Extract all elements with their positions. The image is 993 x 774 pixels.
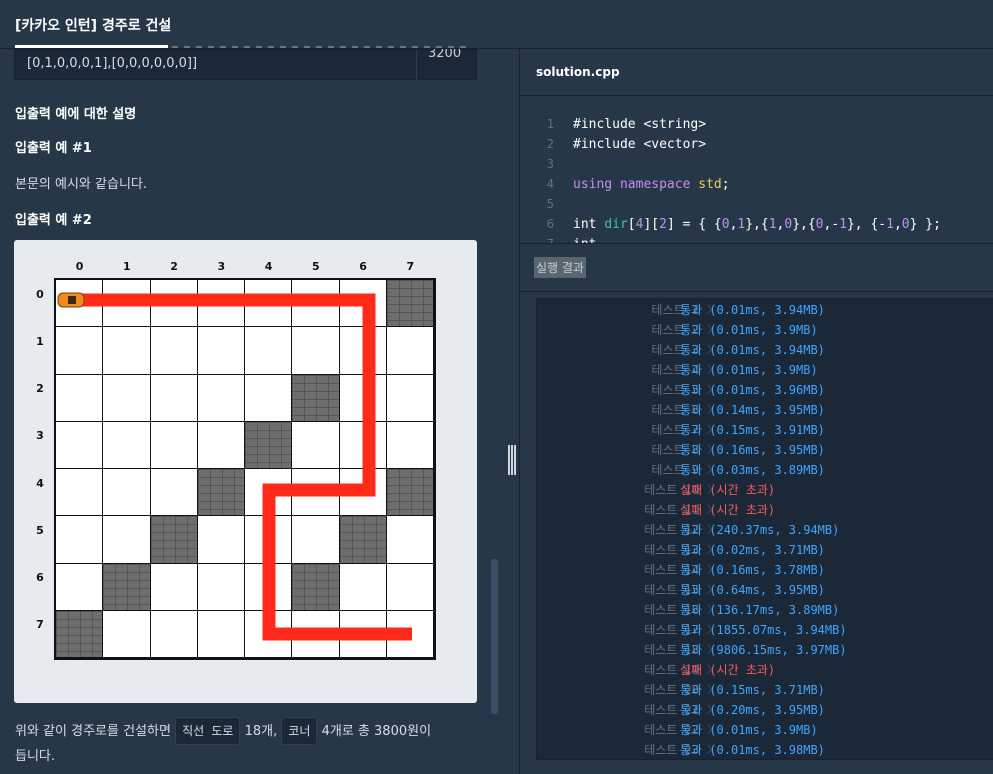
column-label: 3: [217, 260, 226, 273]
example-input-cell: [0,1,0,0,0,1],[0,0,0,0,0,0]]: [27, 56, 198, 71]
test-status: 실패 (시간 초과): [680, 503, 776, 517]
test-status: 통과 (0.15ms, 3.71MB): [680, 683, 825, 697]
row-label: 5: [36, 523, 44, 537]
test-result-row: 테스트 19 〉 실패 (시간 초과): [537, 661, 993, 681]
file-name: solution.cpp: [536, 65, 620, 79]
test-status: 통과 (1855.07ms, 3.94MB): [680, 623, 847, 637]
race-track-grid: [54, 278, 436, 660]
test-status: 통과 (0.16ms, 3.95MB): [680, 443, 825, 457]
example2-heading: 입출력 예 #2: [15, 213, 92, 228]
test-result-row: 테스트 9 〉 통과 (0.03ms, 3.89MB): [537, 461, 993, 481]
summary-text-2: 18개,: [244, 724, 278, 739]
test-status: 통과 (0.01ms, 3.9MB): [680, 363, 818, 377]
summary-text-1: 위와 같이 경주로를 건설하면: [15, 724, 171, 739]
test-status: 통과 (0.01ms, 3.94MB): [680, 343, 825, 357]
code-editor[interactable]: 1 #include <string> 2 #include <vector> 3 …: [520, 97, 993, 243]
test-status: 통과 (9806.15ms, 3.97MB): [680, 643, 847, 657]
row-label: 1: [36, 334, 44, 348]
test-result-row: 테스트 4 〉 통과 (0.01ms, 3.9MB): [537, 361, 993, 381]
test-result-row: 테스트 20 〉 통과 (0.15ms, 3.71MB): [537, 681, 993, 701]
result-header: 실행 결과: [520, 244, 993, 292]
row-label: 3: [36, 429, 44, 443]
row-label: 2: [36, 382, 44, 396]
test-result-row: 테스트 8 〉 통과 (0.16ms, 3.95MB): [537, 441, 993, 461]
test-result-row: 테스트 3 〉 통과 (0.01ms, 3.94MB): [537, 341, 993, 361]
example1-text: 본문의 예시와 같습니다.: [15, 177, 147, 192]
test-status: 통과 (0.16ms, 3.78MB): [680, 563, 825, 577]
problem-scrollbar[interactable]: [491, 559, 498, 714]
test-result-row: 테스트 2 〉 통과 (0.01ms, 3.9MB): [537, 321, 993, 341]
test-status: 통과 (240.37ms, 3.94MB): [680, 523, 840, 537]
test-status: 통과 (0.01ms, 3.9MB): [680, 323, 818, 337]
test-result-row: 테스트 23 〉 통과 (0.01ms, 3.98MB): [537, 741, 993, 759]
test-status: 통과 (0.01ms, 3.9MB): [680, 723, 818, 737]
race-track-figure: 0 1 2 3 4 5 6 7 0 1 2 3 4 5 6 7: [14, 240, 477, 703]
test-status: 통과 (136.17ms, 3.89MB): [680, 603, 840, 617]
test-status: 통과 (0.02ms, 3.71MB): [680, 543, 825, 557]
panel-resize-handle[interactable]: [508, 445, 516, 475]
row-label: 7: [36, 618, 44, 632]
test-status: 통과 (0.01ms, 3.94MB): [680, 303, 825, 317]
column-label: 2: [170, 260, 178, 273]
test-result-row: 테스트 13 〉 통과 (0.02ms, 3.71MB): [537, 541, 993, 561]
test-result-row: 테스트 18 〉 통과 (9806.15ms, 3.97MB): [537, 641, 993, 661]
test-result-row: 테스트 7 〉 통과 (0.15ms, 3.91MB): [537, 421, 993, 441]
test-result-row: 테스트 10 〉 실패 (시간 초과): [537, 481, 993, 501]
column-label: 1: [123, 260, 131, 273]
test-result-row: 테스트 16 〉 통과 (136.17ms, 3.89MB): [537, 601, 993, 621]
file-tab[interactable]: solution.cpp: [520, 49, 993, 96]
result-list: 테스트 1 〉 통과 (0.01ms, 3.94MB) 테스트 2 〉 통과 (0.01m…: [536, 298, 993, 760]
test-status: 통과 (0.03ms, 3.89MB): [680, 463, 825, 477]
top-bar: [카카오 인턴] 경주로 건설: [0, 0, 993, 49]
race-path: [57, 292, 412, 641]
test-status: 통과 (0.64ms, 3.95MB): [680, 583, 825, 597]
straight-road-chip: 직선 도로: [175, 717, 241, 745]
row-label: 0: [36, 287, 44, 301]
explanation-heading: 입출력 예에 대한 설명: [15, 107, 137, 122]
test-result-row: 테스트 14 〉 통과 (0.16ms, 3.78MB): [537, 561, 993, 581]
title-dashes: [172, 46, 472, 48]
result-title: 실행 결과: [534, 257, 586, 278]
code-panel: solution.cpp 1 #include <string> 2 #includ…: [519, 49, 993, 774]
column-label: 0: [75, 260, 84, 273]
example-output-cell: 3200: [428, 49, 462, 61]
problem-panel: [0,1,0,0,0,1],[0,0,0,0,0,0]] 3200 입출력 예에…: [0, 49, 519, 774]
summary-text-4: 듭니다.: [15, 749, 56, 764]
example1-heading: 입출력 예 #1: [15, 141, 92, 156]
test-result-row: 테스트 6 〉 통과 (0.14ms, 3.95MB): [537, 401, 993, 421]
table-separator: [416, 50, 417, 81]
summary-text-3: 4개로 총 3800원이: [321, 724, 432, 739]
dir-line: int dir[4][2] = { {0,1},{1,0},{0,-1}, {-…: [573, 217, 941, 232]
test-status: 통과 (0.15ms, 3.91MB): [680, 423, 825, 437]
test-status: 실패 (시간 초과): [680, 483, 776, 497]
test-result-row: 테스트 22 〉 통과 (0.01ms, 3.9MB): [537, 721, 993, 741]
example2-summary: 위와 같이 경주로를 건설하면 직선 도로 18개, 코너 4개로 총 3800…: [15, 717, 485, 769]
test-result-row: 테스트 15 〉 통과 (0.64ms, 3.95MB): [537, 581, 993, 601]
title-underline: [15, 45, 168, 48]
test-result-row: 테스트 21 〉 통과 (0.20ms, 3.95MB): [537, 701, 993, 721]
test-status: 통과 (0.14ms, 3.95MB): [680, 403, 825, 417]
test-status: 통과 (0.01ms, 3.98MB): [680, 743, 825, 757]
test-status: 통과 (0.20ms, 3.95MB): [680, 703, 825, 717]
row-label: 6: [36, 571, 44, 585]
test-result-row: 테스트 11 〉 실패 (시간 초과): [537, 501, 993, 521]
test-result-row: 테스트 1 〉 통과 (0.01ms, 3.94MB): [537, 301, 993, 321]
row-label: 4: [36, 476, 44, 490]
problem-title: [카카오 인턴] 경주로 건설: [15, 18, 172, 34]
column-label: 7: [406, 260, 415, 273]
test-result-row: 테스트 17 〉 통과 (1855.07ms, 3.94MB): [537, 621, 993, 641]
example-table-row: [0,1,0,0,0,1],[0,0,0,0,0,0]] 3200: [14, 49, 477, 81]
corner-chip: 코너: [281, 717, 318, 745]
column-label: 4: [264, 260, 273, 273]
test-result-row: 테스트 12 〉 통과 (240.37ms, 3.94MB): [537, 521, 993, 541]
using-line: using namespace std;: [573, 177, 730, 192]
test-result-row: 테스트 5 〉 통과 (0.01ms, 3.96MB): [537, 381, 993, 401]
test-status: 통과 (0.01ms, 3.96MB): [680, 383, 825, 397]
test-status: 실패 (시간 초과): [680, 663, 776, 677]
column-label: 6: [359, 260, 367, 273]
column-label: 5: [312, 260, 320, 273]
